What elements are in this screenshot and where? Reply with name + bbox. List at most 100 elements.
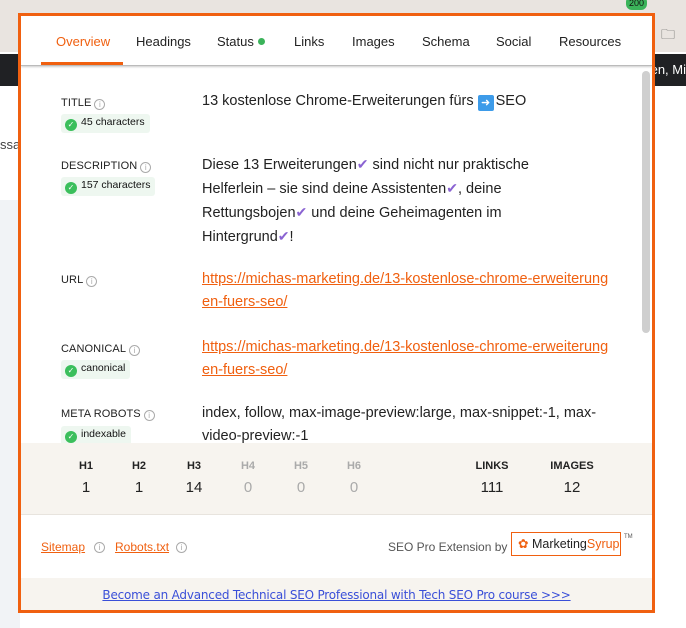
extension-badge[interactable]: 200 [626, 0, 648, 10]
title-label-text: TITLE [61, 97, 92, 109]
description-label: DESCRIPTION i [61, 160, 152, 173]
tab-images[interactable]: Images [352, 34, 395, 49]
title-length-badge: ✓ 45 characters [61, 114, 150, 133]
canonical-link[interactable]: https://michas-marketing.de/13-kostenlos… [202, 339, 608, 378]
tab-bar: Overview Headings Status Links Images Sc… [21, 16, 652, 66]
description-label-text: DESCRIPTION [61, 160, 138, 172]
tab-status-label: Status [217, 34, 254, 49]
info-icon[interactable]: i [94, 542, 105, 553]
badge-text: canonical [81, 362, 126, 374]
check-mark-icon: ✔ [295, 204, 308, 220]
stat-label: IMAGES [550, 460, 594, 472]
url-link[interactable]: https://michas-marketing.de/13-kostenlos… [202, 271, 608, 310]
stat-label: H2 [131, 460, 147, 472]
active-tab-indicator [41, 62, 123, 65]
title-label: TITLE i [61, 97, 106, 110]
description-value: Diese 13 Erweiterungen✔ sind nicht nur p… [202, 153, 562, 249]
stat-h2: H2 1 [119, 443, 159, 496]
status-dot [257, 38, 265, 45]
logo-text: Marketing [531, 537, 587, 551]
tab-social[interactable]: Social [496, 34, 531, 49]
meta-robots-label: META ROBOTS i [61, 408, 155, 421]
course-link[interactable]: Become an Advanced Technical SEO Profess… [102, 588, 570, 602]
url-label: URL i [61, 274, 98, 287]
stat-label: H4 [240, 460, 256, 472]
canonical-badge: ✓ canonical [61, 360, 131, 379]
page-sidebar [0, 200, 20, 628]
info-icon[interactable]: i [86, 276, 98, 287]
seo-extension-popup: Overview Headings Status Links Images Sc… [18, 13, 655, 613]
promo-banner: Become an Advanced Technical SEO Profess… [21, 578, 652, 610]
stat-label: H3 [186, 460, 202, 472]
logo-text-accent: Syrup [586, 537, 620, 551]
stat-value: 0 [349, 479, 359, 496]
tab-resources[interactable]: Resources [559, 34, 621, 49]
extension-credit: SEO Pro Extension by [388, 540, 508, 554]
tab-overview[interactable]: Overview [56, 34, 110, 49]
canonical-label-text: CANONICAL [61, 343, 127, 355]
badge-text: 157 characters [81, 179, 151, 191]
tab-headings[interactable]: Headings [136, 34, 191, 49]
info-icon[interactable]: i [94, 99, 106, 110]
meta-robots-label-text: META ROBOTS [61, 408, 141, 420]
check-circle-icon: ✓ [65, 119, 77, 131]
check-mark-icon: ✔ [356, 156, 369, 172]
stat-h5: H5 0 [281, 443, 321, 496]
title-text-end: SEO [495, 93, 527, 109]
info-icon[interactable]: i [176, 542, 187, 553]
check-mark-icon: ✔ [446, 180, 458, 196]
stat-h6: H6 0 [334, 443, 374, 496]
trademark: TM [624, 534, 633, 540]
check-mark-icon: ✔ [277, 228, 290, 244]
page-header-text: en, Mi [650, 62, 686, 77]
url-label-text: URL [61, 274, 84, 286]
tab-links[interactable]: Links [294, 34, 324, 49]
stat-value: 14 [185, 479, 203, 496]
right-arrow-emoji-icon: ➜ [477, 95, 494, 111]
stat-h3: H3 14 [174, 443, 214, 496]
tab-status[interactable]: Status [217, 34, 265, 49]
stat-h1: H1 1 [66, 443, 106, 496]
meta-robots-value: index, follow, max-image-preview:large, … [202, 405, 597, 443]
canonical-label: CANONICAL i [61, 343, 141, 356]
badge-text: indexable [81, 428, 126, 440]
badge-text: 45 characters [81, 116, 145, 128]
robots-txt-link[interactable]: Robots.txt [115, 540, 169, 554]
stat-h4: H4 0 [228, 443, 268, 496]
stat-label: LINKS [475, 460, 509, 472]
stat-value: 0 [243, 479, 253, 496]
desc-seg: ! [289, 229, 294, 245]
canonical-value: https://michas-marketing.de/13-kostenlos… [202, 336, 612, 382]
stat-label: H5 [293, 460, 309, 472]
info-icon[interactable]: i [140, 162, 152, 173]
stat-value: 0 [296, 479, 306, 496]
tab-schema[interactable]: Schema [422, 34, 470, 49]
footer: Sitemap i Robots.txt i SEO Pro Extension… [21, 515, 652, 578]
stat-images: IMAGES 12 [542, 443, 602, 496]
check-circle-icon: ✓ [65, 365, 77, 377]
stat-label: H6 [346, 460, 362, 472]
desc-seg: Diese 13 Erweiterungen [202, 157, 357, 173]
stat-value: 111 [480, 479, 504, 496]
folder-icon[interactable]: 🗀 [661, 24, 675, 48]
stat-value: 1 [81, 479, 91, 496]
url-value: https://michas-marketing.de/13-kostenlos… [202, 268, 612, 314]
stat-value: 12 [563, 479, 581, 496]
info-icon[interactable]: i [129, 345, 141, 356]
maple-leaf-icon: ✿ [518, 537, 529, 551]
stat-label: H1 [78, 460, 94, 472]
scrollbar[interactable] [642, 71, 650, 333]
title-value: 13 kostenlose Chrome-Erweiterungen fürs … [202, 90, 612, 113]
sitemap-link[interactable]: Sitemap [41, 540, 85, 554]
stat-value: 1 [134, 479, 144, 496]
description-length-badge: ✓ 157 characters [61, 177, 156, 196]
indexable-badge: ✓ indexable [61, 426, 131, 443]
info-icon[interactable]: i [143, 410, 155, 421]
check-circle-icon: ✓ [65, 431, 77, 443]
overview-panel: TITLE i ✓ 45 characters 13 kostenlose Chro… [21, 67, 652, 443]
check-circle-icon: ✓ [65, 182, 77, 194]
title-text: 13 kostenlose Chrome-Erweiterungen fürs [202, 93, 474, 109]
stat-links: LINKS 111 [462, 443, 522, 496]
stats-bar: H1 1 H2 1 H3 14 H4 0 H5 0 H6 0 LINKS 111 IMAGES… [21, 443, 652, 515]
marketingsyrup-logo[interactable]: ✿ MarketingSyrup [511, 532, 621, 556]
